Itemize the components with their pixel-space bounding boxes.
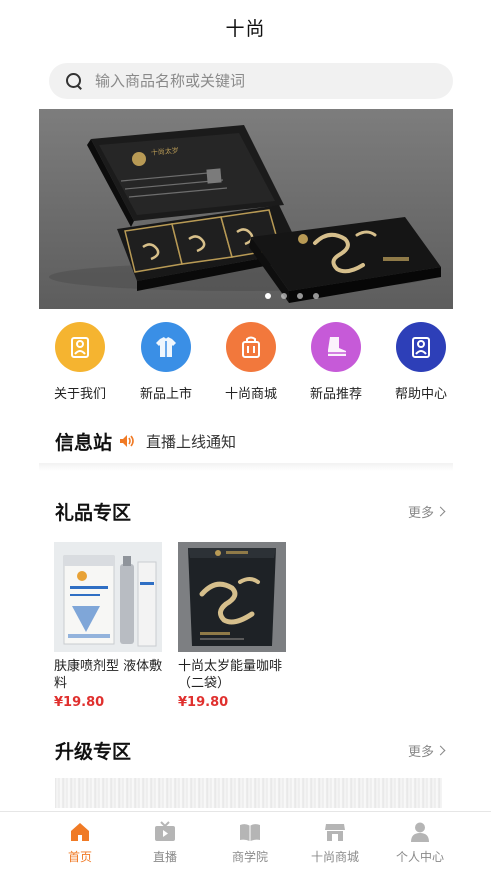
user-card-icon	[396, 322, 446, 372]
page-title: 十尚	[225, 17, 266, 40]
more-label: 更多	[408, 745, 435, 760]
upgrade-more-link[interactable]: 更多	[408, 741, 446, 760]
tab-label: 直播	[152, 850, 177, 864]
book-icon	[240, 824, 260, 841]
quick-link-new-arrivals[interactable]: 新品上市	[131, 322, 201, 402]
quick-link-label: 新品上市	[139, 387, 192, 402]
product-name: 肤康喷剂型 液体敷料	[54, 659, 163, 691]
product-price: ¥19.80	[54, 695, 105, 710]
quick-link-label: 新品推荐	[309, 387, 362, 402]
speaker-icon	[120, 435, 134, 447]
info-station-message[interactable]: 直播上线通知	[146, 431, 236, 452]
tab-label: 个人中心	[395, 850, 444, 864]
upgrade-product-image	[55, 778, 442, 808]
gift-section-title: 礼品专区	[55, 502, 132, 524]
upgrade-section-title: 升级专区	[55, 741, 132, 763]
carousel-dot[interactable]	[281, 293, 287, 299]
info-station[interactable]: 信息站 直播上线通知	[55, 426, 455, 456]
tab-home[interactable]: 首页	[40, 820, 120, 865]
app-header: 十尚	[0, 0, 491, 54]
shirt-icon	[141, 322, 191, 372]
quick-link-label: 关于我们	[53, 387, 106, 402]
product-card[interactable]: 肤康喷剂型 液体敷料 ¥19.80	[54, 542, 164, 710]
quick-link-help[interactable]: 帮助中心	[386, 322, 456, 402]
chevron-right-icon	[435, 745, 446, 756]
tab-academy[interactable]: 商学院	[210, 820, 290, 865]
carousel-dot[interactable]	[313, 293, 319, 299]
promo-banner[interactable]: 十尚太岁	[39, 109, 453, 309]
home-icon	[71, 823, 89, 841]
more-label: 更多	[408, 506, 435, 521]
banner-image: 十尚太岁	[49, 125, 441, 303]
product-image	[178, 542, 286, 652]
tab-live[interactable]: 直播	[125, 820, 205, 865]
quick-link-recommend[interactable]: 新品推荐	[301, 322, 371, 402]
info-station-title: 信息站	[55, 431, 113, 454]
quick-link-about[interactable]: 关于我们	[45, 322, 115, 402]
search-bar[interactable]	[49, 63, 453, 99]
tab-profile[interactable]: 个人中心	[380, 820, 460, 865]
bag-icon	[226, 322, 276, 372]
carousel-dot[interactable]	[297, 293, 303, 299]
quick-link-label: 帮助中心	[394, 387, 447, 402]
product-price: ¥19.80	[178, 695, 229, 710]
product-name: 十尚太岁能量咖啡（二袋）	[178, 659, 283, 691]
chevron-right-icon	[435, 506, 446, 517]
quick-link-label: 十尚商城	[224, 387, 277, 402]
carousel-dot[interactable]	[265, 293, 271, 299]
profile-icon	[411, 822, 429, 842]
product-card[interactable]: 十尚太岁能量咖啡（二袋） ¥19.80	[178, 542, 288, 710]
quick-link-mall[interactable]: 十尚商城	[216, 322, 286, 402]
person-icon	[55, 322, 105, 372]
search-icon	[65, 72, 83, 90]
gift-more-link[interactable]: 更多	[408, 502, 446, 521]
product-image	[54, 542, 162, 652]
tab-label: 十尚商城	[310, 850, 359, 864]
divider	[39, 463, 453, 471]
search-input[interactable]	[95, 72, 415, 90]
store-icon	[325, 824, 345, 841]
tab-mall[interactable]: 十尚商城	[295, 820, 375, 865]
bottom-tab-bar: 首页 直播 商学院 十尚商城 个人中心	[0, 811, 491, 877]
boot-icon	[311, 322, 361, 372]
tab-label: 商学院	[231, 850, 268, 864]
carousel-dots[interactable]	[39, 293, 453, 299]
tab-label: 首页	[67, 850, 92, 864]
tv-icon	[155, 821, 175, 841]
